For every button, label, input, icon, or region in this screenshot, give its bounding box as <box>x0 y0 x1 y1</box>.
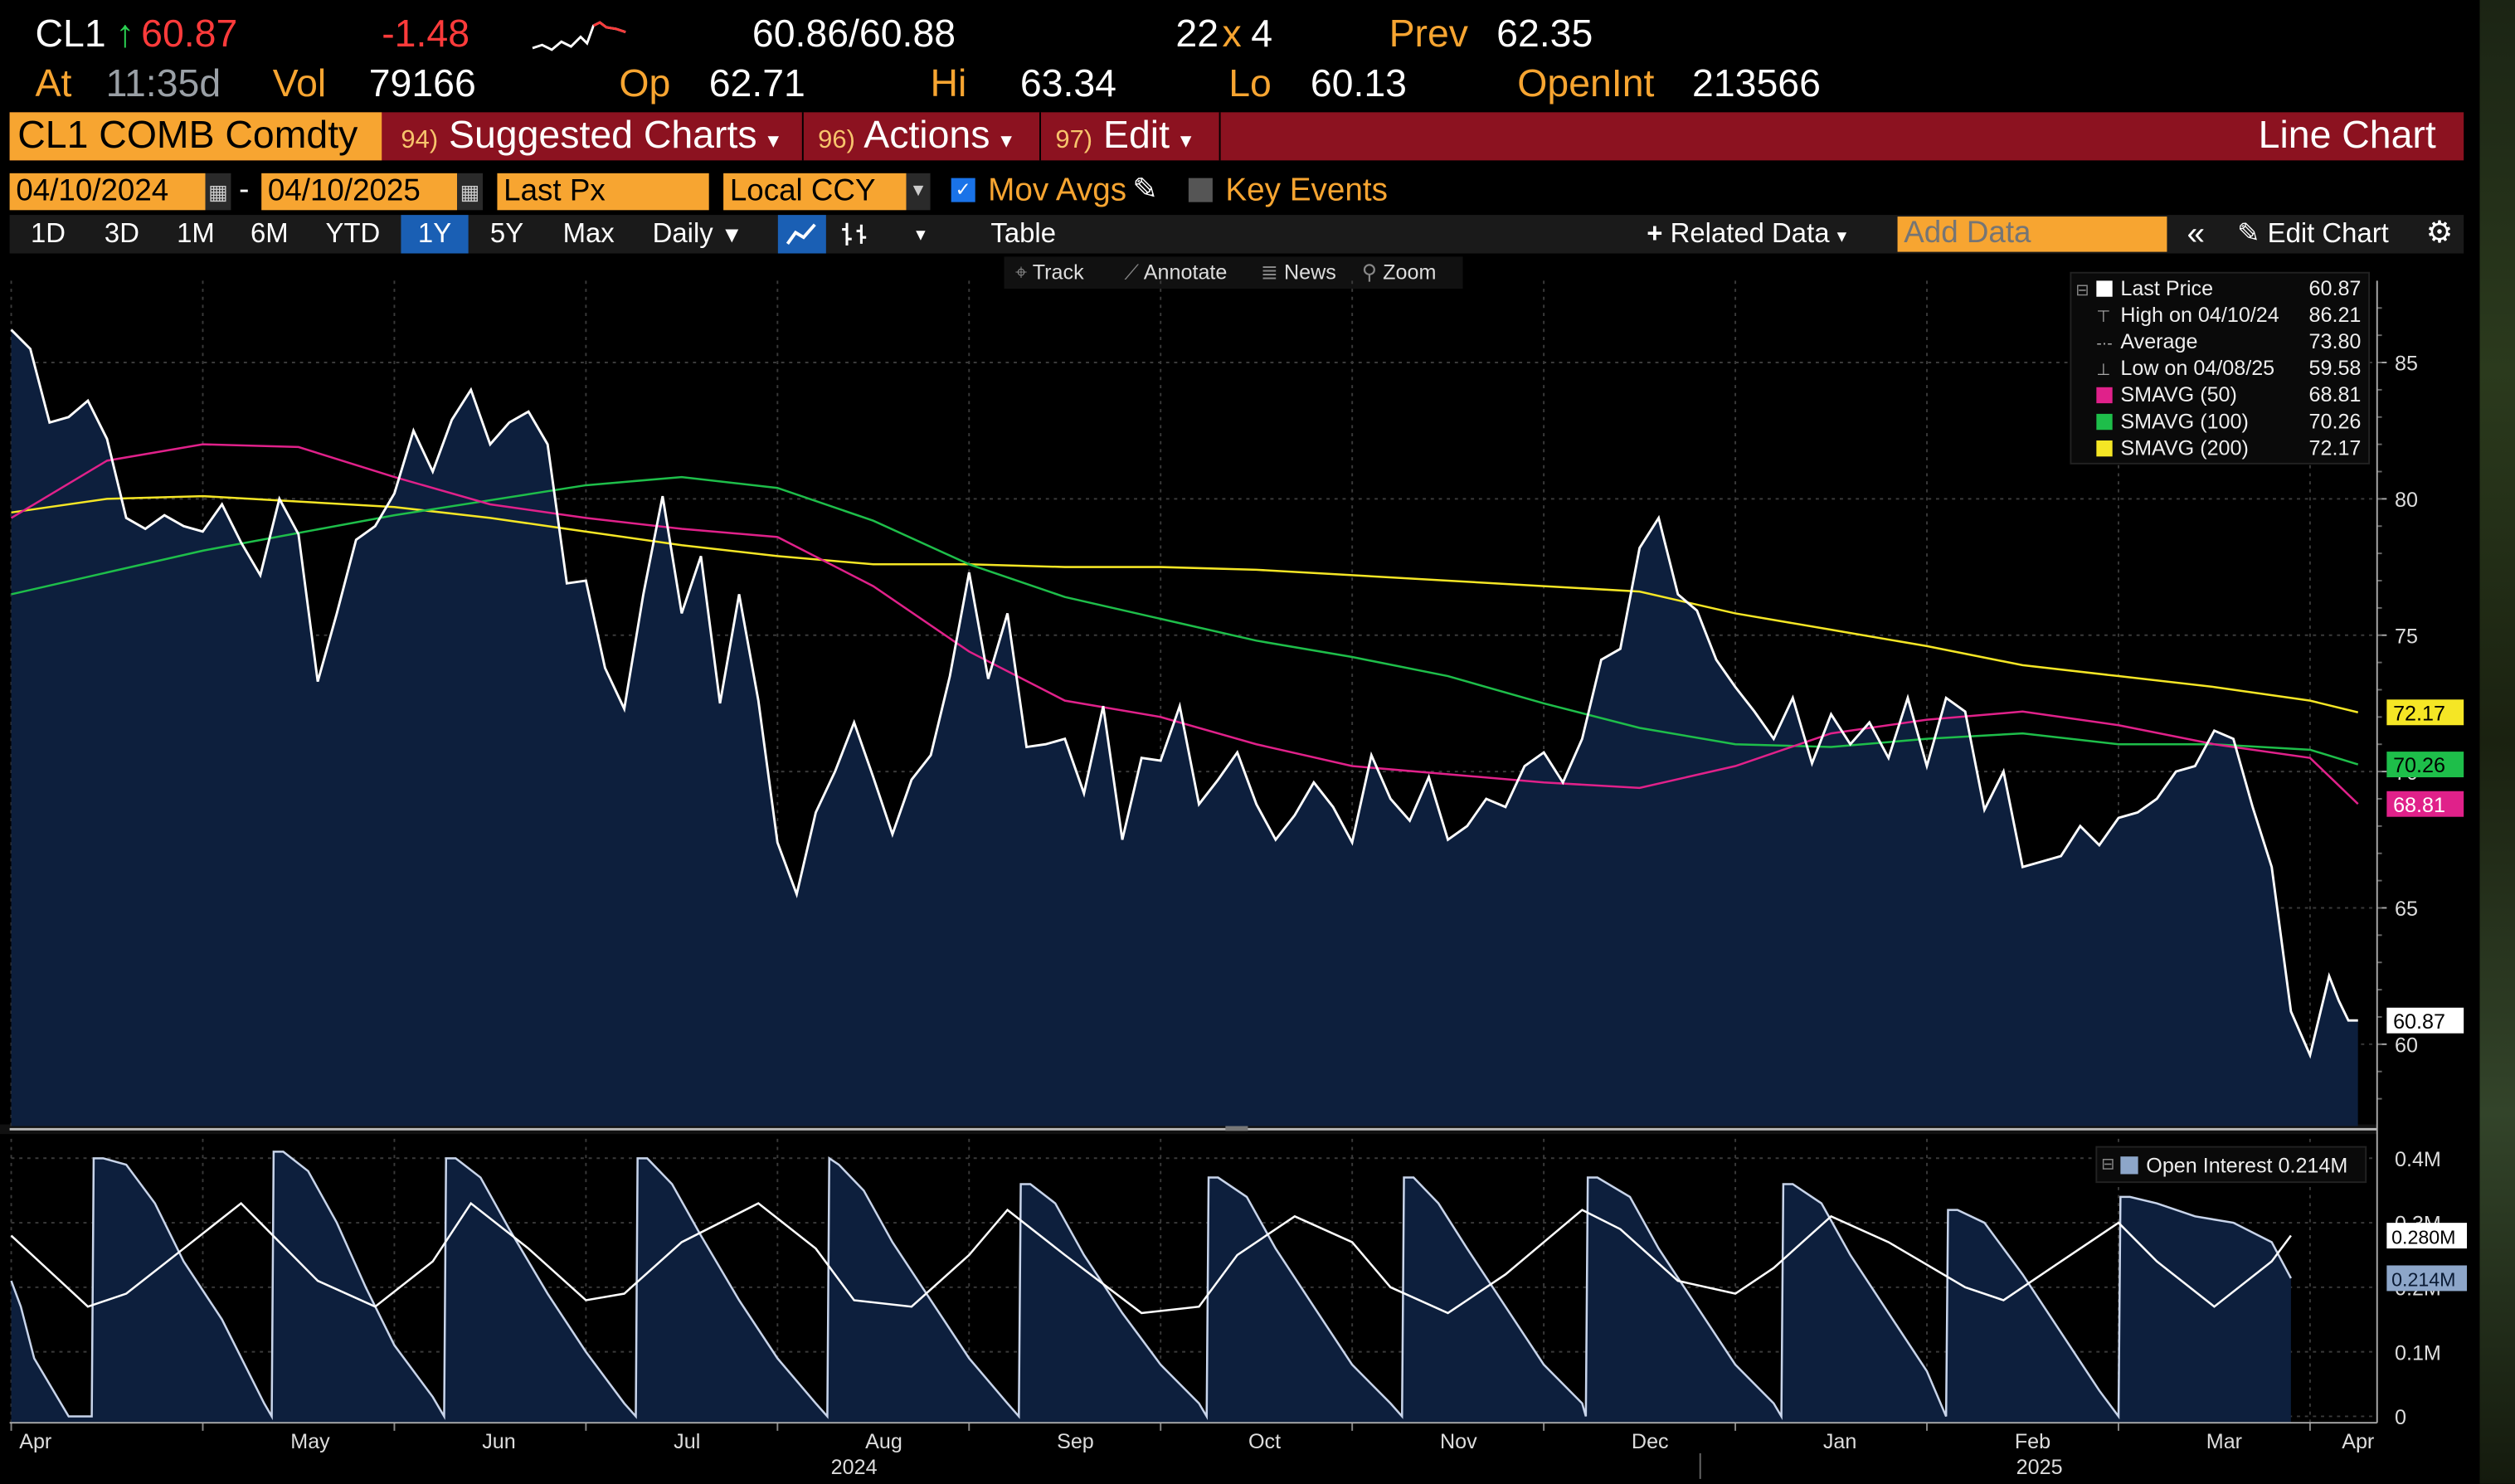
x-tick-label: Mar <box>2206 1430 2242 1453</box>
sma100-tag: 70.26 <box>2393 754 2445 777</box>
oi-y-tick-label: 0 <box>2395 1406 2406 1429</box>
legend-value: 68.81 <box>2309 383 2362 406</box>
oi-average-tag: 0.280M <box>2391 1226 2455 1248</box>
oi-legend-label: Open Interest 0.214M <box>2146 1155 2347 1178</box>
y-tick-label: 85 <box>2395 353 2418 376</box>
x-tick-label: Jul <box>674 1430 700 1453</box>
legend-value: 86.21 <box>2309 304 2362 327</box>
x-tick-label: May <box>290 1430 330 1453</box>
legend-marker-icon: ⊥ <box>2096 362 2110 379</box>
window-edge <box>2479 0 2515 1484</box>
legend-value: 70.26 <box>2309 410 2362 433</box>
legend-value: 72.17 <box>2309 436 2362 460</box>
collapse-icon: ⊟ <box>2101 1156 2114 1174</box>
legend-swatch <box>2096 413 2113 431</box>
x-tick-label: Jun <box>482 1430 516 1453</box>
x-tick-label: Feb <box>2015 1430 2050 1453</box>
x-tick-label: Aug <box>865 1430 902 1453</box>
legend-marker-icon: -·- <box>2096 335 2112 353</box>
legend-label: SMAVG (200) <box>2120 436 2249 460</box>
legend-label: Average <box>2120 330 2197 353</box>
x-tick-label: Nov <box>1440 1430 1477 1453</box>
panel-resize-handle <box>1225 1126 1248 1131</box>
legend-marker-icon: ⊤ <box>2096 309 2110 326</box>
legend-label: SMAVG (100) <box>2120 410 2249 433</box>
oi-last-tag: 0.214M <box>2391 1269 2455 1291</box>
sma200-tag: 72.17 <box>2393 702 2445 725</box>
x-tick-label: Apr <box>19 1430 51 1453</box>
y-tick-label: 75 <box>2395 625 2418 648</box>
legend-value: 73.80 <box>2309 330 2362 353</box>
x-tick-label: Sep <box>1057 1430 1094 1453</box>
legend-swatch <box>2120 1156 2138 1175</box>
legend-value: 59.58 <box>2309 357 2362 380</box>
legend-label: High on 04/10/24 <box>2120 304 2279 327</box>
year-label: 2024 <box>831 1456 878 1479</box>
oi-y-tick-label: 0.1M <box>2395 1341 2441 1365</box>
legend-value: 60.87 <box>2309 277 2362 300</box>
oi-y-tick-label: 0.4M <box>2395 1148 2441 1171</box>
x-tick-label: Dec <box>1632 1430 1669 1453</box>
price-chart[interactable]: 60657075808500.1M0.2M0.3M0.4MAprMayJunJu… <box>0 0 2515 1484</box>
x-tick-label: Apr <box>2342 1430 2374 1453</box>
sma50-tag: 68.81 <box>2393 794 2445 817</box>
legend-swatch <box>2096 280 2113 297</box>
last-price-tag: 60.87 <box>2393 1010 2445 1034</box>
x-tick-label: Jan <box>1823 1430 1857 1453</box>
year-label: 2025 <box>2016 1456 2063 1479</box>
legend-label: Last Price <box>2120 277 2213 300</box>
y-tick-label: 65 <box>2395 898 2418 921</box>
bloomberg-chart-screen: CL1 ↑ 60.87 -1.48 60.86/60.88 22 x 4 Pre… <box>0 0 2515 1484</box>
legend-swatch <box>2096 387 2113 404</box>
legend-label: SMAVG (50) <box>2120 383 2237 406</box>
y-tick-label: 60 <box>2395 1034 2418 1058</box>
collapse-icon: ⊟ <box>2075 282 2089 299</box>
legend-label: Low on 04/08/25 <box>2120 357 2274 380</box>
x-tick-label: Oct <box>1248 1430 1281 1453</box>
legend-swatch <box>2096 440 2113 457</box>
y-tick-label: 80 <box>2395 489 2418 512</box>
